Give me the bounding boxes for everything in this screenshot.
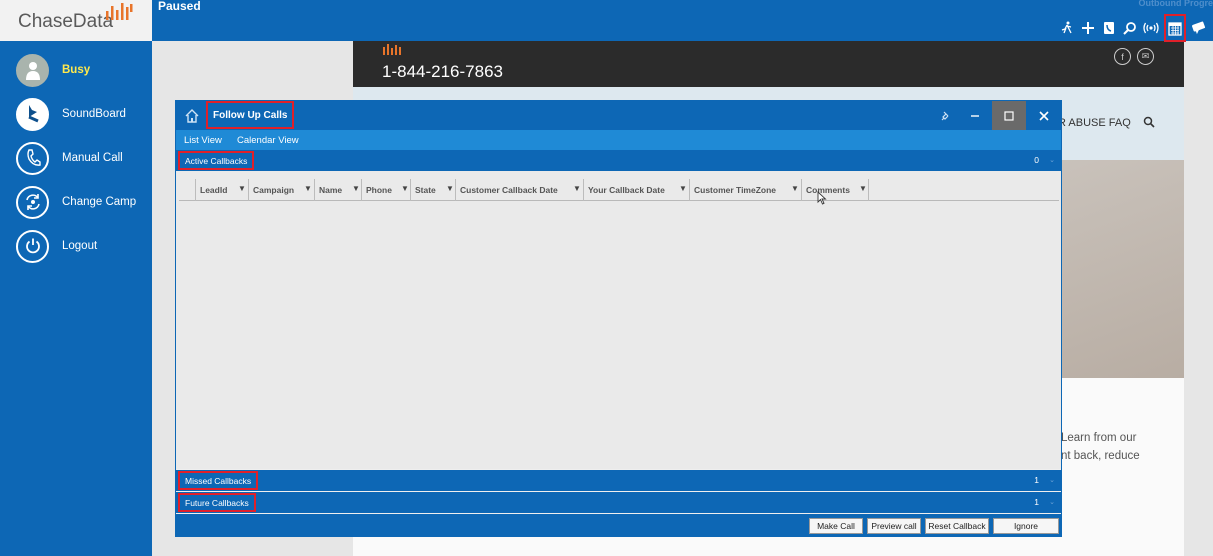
sidebar-item-busy[interactable]: Busy — [16, 53, 152, 87]
filter-icon[interactable]: ▼ — [238, 184, 246, 193]
broadcast-icon[interactable] — [1141, 20, 1161, 36]
top-header-bar: Paused Outbound Progre — [152, 0, 1213, 42]
website-hero-image — [1053, 160, 1184, 378]
section-count: 0 — [1034, 155, 1039, 165]
minimize-icon[interactable] — [958, 101, 992, 130]
close-icon[interactable] — [1027, 101, 1061, 130]
home-icon[interactable] — [184, 108, 200, 124]
reset-callback-button[interactable]: Reset Callback — [925, 518, 989, 534]
active-callbacks-section[interactable]: Active Callbacks 0 ⌄ — [176, 150, 1061, 171]
chat-icon[interactable] — [1191, 20, 1207, 36]
running-person-icon[interactable] — [1059, 20, 1075, 36]
filter-icon[interactable]: ▼ — [304, 184, 312, 193]
grid-header: LeadId ▼ Campaign ▼ Name ▼ Phone ▼ State ▼ Cu… — [179, 179, 1059, 201]
dialog-titlebar: Follow Up Calls — [176, 101, 1061, 130]
sidebar-item-label: Busy — [62, 64, 91, 76]
website-header: 1-844-216-7863 f ✉ — [353, 41, 1184, 87]
logo-text: ChaseData — [18, 11, 114, 32]
filter-icon[interactable]: ▼ — [401, 184, 409, 193]
website-body-text: Learn from our — [1061, 432, 1137, 444]
column-header[interactable]: Your Callback Date ▼ — [583, 179, 689, 201]
filter-icon[interactable]: ▼ — [352, 184, 360, 193]
sidebar-item-label: Logout — [62, 240, 98, 252]
facebook-icon[interactable]: f — [1114, 48, 1131, 65]
section-label[interactable]: Future Callbacks — [178, 493, 256, 512]
soundboard-icon — [16, 97, 49, 131]
column-label: Comments — [806, 185, 850, 195]
email-icon[interactable]: ✉ — [1137, 48, 1154, 65]
section-count: 1 — [1034, 497, 1039, 507]
column-header[interactable]: Customer TimeZone ▼ — [689, 179, 801, 201]
sidebar-item-label: Change Camp — [62, 196, 137, 208]
section-label[interactable]: Active Callbacks — [178, 151, 255, 170]
search-icon[interactable] — [1122, 20, 1138, 36]
agent-status-title: Paused — [158, 0, 201, 13]
column-label: Customer Callback Date — [460, 185, 558, 195]
phonebook-icon[interactable] — [1101, 20, 1117, 36]
logo: ChaseData — [0, 0, 152, 41]
filter-icon[interactable]: ▼ — [679, 184, 687, 193]
avatar-icon — [16, 53, 49, 87]
outbound-progress-label: Outbound Progre — [1138, 0, 1213, 8]
chevron-down-icon[interactable]: ⌄ — [1049, 498, 1055, 506]
dialog-title: Follow Up Calls — [206, 101, 295, 129]
column-header[interactable]: Campaign ▼ — [248, 179, 314, 201]
column-label: LeadId — [200, 185, 228, 195]
power-icon — [16, 229, 49, 263]
phone-icon — [16, 141, 49, 175]
column-header[interactable]: Name ▼ — [314, 179, 361, 201]
sidebar: ChaseData Busy SoundBoard Manual Call Ch… — [0, 0, 152, 556]
column-label: Your Callback Date — [588, 185, 665, 195]
section-label[interactable]: Missed Callbacks — [178, 471, 259, 490]
sidebar-item-label: SoundBoard — [62, 108, 126, 120]
website-search-icon[interactable] — [1143, 116, 1155, 128]
website-nav-link[interactable]: R ABUSE FAQ — [1058, 117, 1131, 129]
callbacks-grid: LeadId ▼ Campaign ▼ Name ▼ Phone ▼ State ▼ Cu… — [176, 171, 1061, 469]
section-count: 1 — [1034, 475, 1039, 485]
view-tabs: List View Calendar View — [176, 130, 1061, 150]
sidebar-item-manual-call[interactable]: Manual Call — [16, 141, 152, 175]
mouse-cursor-icon — [817, 191, 827, 205]
calendar-highlight — [1164, 14, 1186, 42]
filter-icon[interactable]: ▼ — [446, 184, 454, 193]
sidebar-item-soundboard[interactable]: SoundBoard — [16, 97, 152, 131]
website-body-text: nt back, reduce — [1061, 450, 1140, 462]
filter-icon[interactable]: ▼ — [573, 184, 581, 193]
follow-up-calls-dialog: Follow Up Calls List View Calendar View … — [175, 100, 1062, 537]
column-header[interactable]: Comments ▼ — [801, 179, 869, 201]
filter-icon[interactable]: ▼ — [859, 184, 867, 193]
chevron-down-icon[interactable]: ⌄ — [1049, 156, 1055, 164]
chevron-down-icon[interactable]: ⌄ — [1049, 476, 1055, 484]
column-label: State — [415, 185, 436, 195]
filter-icon[interactable]: ▼ — [791, 184, 799, 193]
ignore-button[interactable]: Ignore — [993, 518, 1059, 534]
sidebar-item-label: Manual Call — [62, 152, 123, 164]
column-header[interactable]: LeadId ▼ — [195, 179, 248, 201]
column-header[interactable]: Phone ▼ — [361, 179, 410, 201]
make-call-button[interactable]: Make Call — [809, 518, 863, 534]
preview-call-button[interactable]: Preview call — [867, 518, 921, 534]
dialog-action-bar: Make Call Preview call Reset Callback Ig… — [176, 514, 1061, 537]
column-header[interactable]: Customer Callback Date ▼ — [455, 179, 583, 201]
sidebar-item-logout[interactable]: Logout — [16, 229, 152, 263]
add-icon[interactable] — [1080, 20, 1096, 36]
column-label: Customer TimeZone — [694, 185, 777, 195]
column-label: Phone — [366, 185, 392, 195]
change-campaign-icon — [16, 185, 49, 219]
column-label: Name — [319, 185, 343, 195]
website-logo-icon — [383, 44, 401, 55]
sidebar-item-change-camp[interactable]: Change Camp — [16, 185, 152, 219]
tab-calendar-view[interactable]: Calendar View — [237, 135, 299, 146]
missed-callbacks-section[interactable]: Missed Callbacks 1 ⌄ — [176, 470, 1061, 491]
logo-bars-icon — [106, 3, 133, 20]
column-label: Campaign — [253, 185, 295, 195]
website-phone-number: 1-844-216-7863 — [382, 62, 503, 81]
column-header[interactable]: State ▼ — [410, 179, 455, 201]
maximize-icon[interactable] — [992, 101, 1026, 130]
future-callbacks-section[interactable]: Future Callbacks 1 ⌄ — [176, 492, 1061, 513]
tab-list-view[interactable]: List View — [184, 135, 222, 146]
